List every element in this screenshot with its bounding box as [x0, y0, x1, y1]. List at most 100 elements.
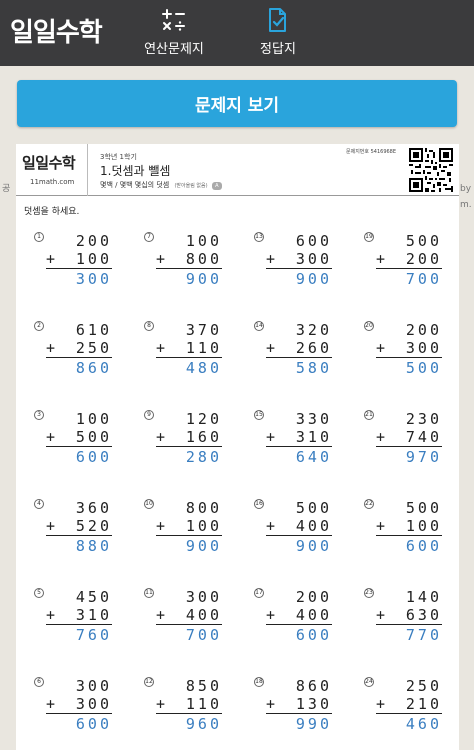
problem-item: 16 500 +400 900: [252, 499, 332, 557]
problem-first-addend: 140: [376, 588, 442, 606]
problem-first-addend: 850: [156, 677, 222, 695]
problem-number: 7: [144, 232, 154, 242]
problem-number: 10: [144, 499, 154, 509]
problem-answer: 760: [46, 626, 112, 644]
plus-operator: +: [266, 695, 279, 713]
plus-operator: +: [46, 517, 59, 535]
plus-operator: +: [46, 428, 59, 446]
tab-answer-sheet[interactable]: 정답지: [228, 0, 328, 66]
plus-operator: +: [266, 517, 279, 535]
answer-value: 880: [75, 537, 112, 555]
problem-number: 6: [34, 677, 44, 687]
problem-item: 23 140 +630 770: [362, 588, 442, 646]
answer-value: 480: [185, 359, 222, 377]
answer-value: 760: [75, 626, 112, 644]
answer-value: 770: [405, 626, 442, 644]
problem-second-addend: +300: [266, 250, 332, 269]
answer-value: 460: [405, 715, 442, 733]
answer-value: 900: [295, 270, 332, 288]
first-addend-value: 860: [295, 677, 332, 695]
problem-first-addend: 300: [156, 588, 222, 606]
problem-answer: 770: [376, 626, 442, 644]
plus-operator: +: [376, 428, 389, 446]
problem-answer: 900: [156, 537, 222, 555]
problem-second-addend: +250: [46, 339, 112, 358]
view-problem-sheet-button[interactable]: 문제지 보기: [17, 80, 457, 127]
problem-first-addend: 610: [46, 321, 112, 339]
problem-item: 20 200 +300 500: [362, 321, 442, 379]
worksheet-level-badge: A: [211, 182, 222, 190]
problem-item: 1 200 +100 300: [32, 232, 112, 290]
problem-answer: 700: [376, 270, 442, 288]
first-addend-value: 200: [75, 232, 112, 250]
problem-item: 19 500 +200 700: [362, 232, 442, 290]
app-logo[interactable]: 일일수학: [10, 12, 103, 49]
second-addend-value: 160: [185, 428, 222, 446]
problem-item: 9 120 +160 280: [142, 410, 222, 468]
problem-second-addend: +160: [156, 428, 222, 447]
problem-number: 24: [364, 677, 374, 687]
problem-second-addend: +130: [266, 695, 332, 714]
second-addend-value: 500: [75, 428, 112, 446]
answer-sheet-preview[interactable]: 일일수학 11math.com 3학년 1학기 1.덧셈과 뺄셈 몇백 / 몇백…: [16, 144, 459, 750]
problem-item: 5 450 +310 760: [32, 588, 112, 646]
plus-operator: +: [156, 606, 169, 624]
tab-problem-sheet[interactable]: 연산문제지: [124, 0, 224, 66]
second-addend-value: 400: [185, 606, 222, 624]
problem-answer: 300: [46, 270, 112, 288]
problem-answer: 280: [156, 448, 222, 466]
background-text-fragment-right: by m.: [460, 184, 472, 210]
problem-number: 12: [144, 677, 154, 687]
second-addend-value: 400: [295, 606, 332, 624]
first-addend-value: 140: [405, 588, 442, 606]
problem-first-addend: 200: [376, 321, 442, 339]
problem-first-addend: 100: [156, 232, 222, 250]
problem-second-addend: +100: [156, 517, 222, 536]
plus-operator: +: [46, 695, 59, 713]
problem-answer: 480: [156, 359, 222, 377]
answer-value: 900: [185, 270, 222, 288]
first-addend-value: 200: [405, 321, 442, 339]
problem-second-addend: +100: [376, 517, 442, 536]
problem-answer: 580: [266, 359, 332, 377]
problem-item: 3 100 +500 600: [32, 410, 112, 468]
problem-second-addend: +100: [46, 250, 112, 269]
problem-number: 4: [34, 499, 44, 509]
problem-first-addend: 320: [266, 321, 332, 339]
first-addend-value: 330: [295, 410, 332, 428]
answer-value: 990: [295, 715, 332, 733]
plus-operator: +: [46, 250, 59, 268]
plus-operator: +: [266, 339, 279, 357]
problem-first-addend: 500: [266, 499, 332, 517]
problem-answer: 600: [376, 537, 442, 555]
problem-answer: 700: [156, 626, 222, 644]
problem-number: 19: [364, 232, 374, 242]
problem-answer: 600: [46, 448, 112, 466]
problem-second-addend: +630: [376, 606, 442, 625]
problem-second-addend: +400: [156, 606, 222, 625]
problem-answer: 640: [266, 448, 332, 466]
worksheet-brand: 일일수학 11math.com: [16, 144, 88, 196]
checked-document-icon: [228, 6, 328, 34]
second-addend-value: 250: [75, 339, 112, 357]
problem-first-addend: 500: [376, 232, 442, 250]
second-addend-value: 100: [185, 517, 222, 535]
problem-second-addend: +300: [376, 339, 442, 358]
problem-number: 17: [254, 588, 264, 598]
problem-number: 21: [364, 410, 374, 420]
plus-operator: +: [156, 250, 169, 268]
worksheet-title: 1.덧셈과 뺄셈: [100, 164, 171, 178]
problem-item: 18 860 +130 990: [252, 677, 332, 735]
answer-value: 600: [75, 448, 112, 466]
first-addend-value: 230: [405, 410, 442, 428]
first-addend-value: 200: [295, 588, 332, 606]
first-addend-value: 500: [405, 499, 442, 517]
answer-value: 600: [295, 626, 332, 644]
problem-first-addend: 230: [376, 410, 442, 428]
problem-second-addend: +310: [46, 606, 112, 625]
answer-value: 960: [185, 715, 222, 733]
answer-value: 700: [405, 270, 442, 288]
problem-first-addend: 500: [376, 499, 442, 517]
answer-value: 280: [185, 448, 222, 466]
math-operators-icon: [124, 6, 224, 34]
